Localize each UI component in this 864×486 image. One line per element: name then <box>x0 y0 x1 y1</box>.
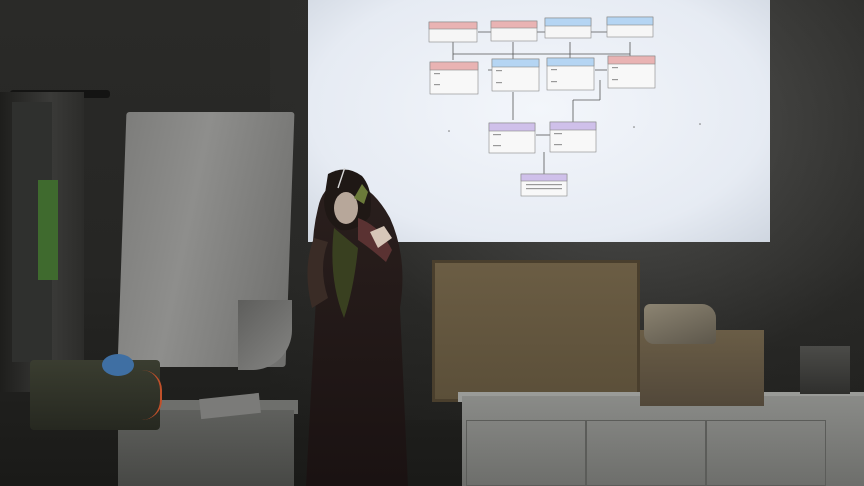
cabinet-door <box>466 420 586 486</box>
corkboard <box>432 260 640 402</box>
blue-bowl <box>102 354 134 376</box>
desk-organizer <box>800 346 850 394</box>
green-poster <box>38 180 58 280</box>
presenter-person <box>306 168 408 486</box>
cabinet-door <box>706 420 826 486</box>
crumpled-paper <box>644 304 716 344</box>
cabinet-door <box>586 420 706 486</box>
